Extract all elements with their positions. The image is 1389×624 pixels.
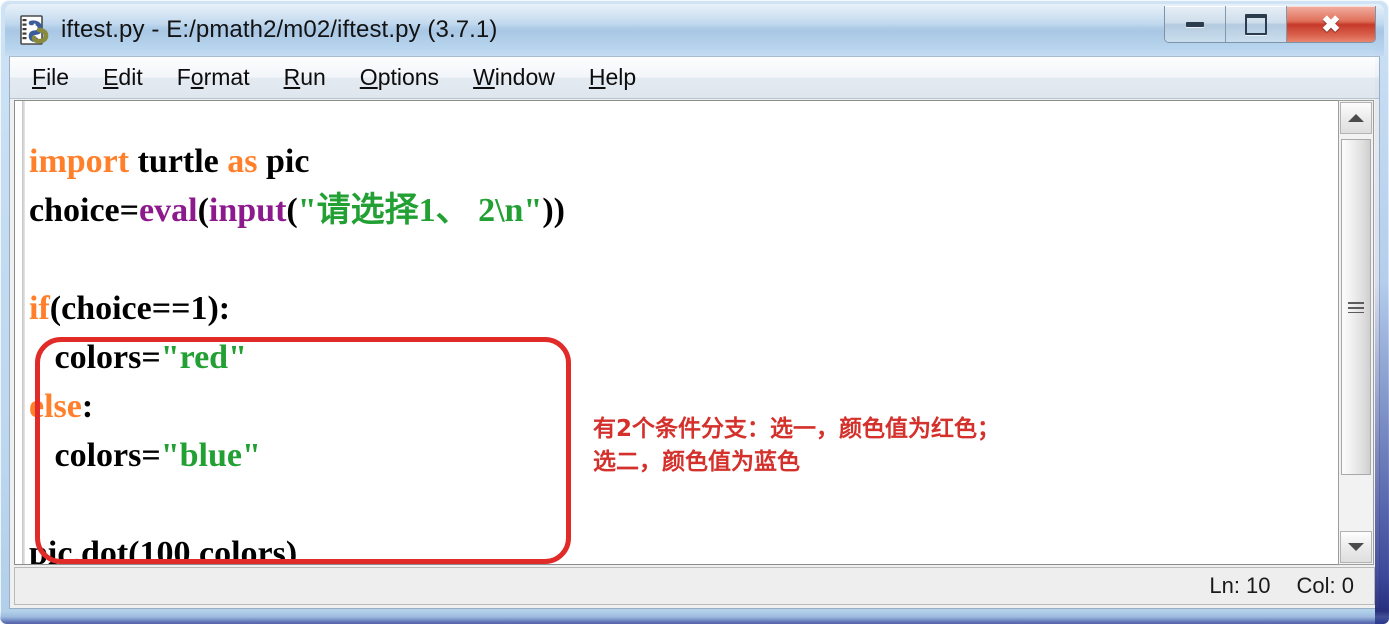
code-line: if(choice==1): [29,290,230,327]
close-icon: ✖ [1321,10,1341,37]
code-token-str: "请选择1、 2\n" [297,192,543,229]
idle-editor-window: iftest.py - E:/pmath2/m02/iftest.py (3.7… [0,0,1389,624]
code-line: colors="red" [29,339,247,376]
minimize-button[interactable] [1165,6,1226,42]
status-line-indicator: Ln: 10 [1209,573,1271,598]
code-token-str: "red" [160,339,247,376]
title-bar: iftest.py - E:/pmath2/m02/iftest.py (3.7… [5,4,1384,56]
window-frame-bottom-sheen [0,611,1389,624]
code-token-pl: (choice==1): [49,290,231,327]
code-token-kw: as [227,143,258,180]
code-line: import turtle as pic [29,143,309,180]
code-token-pl: pic [257,143,310,180]
window-controls: ✖ [1164,6,1376,43]
code-token-pl: : [81,388,94,425]
maximize-button[interactable] [1226,6,1287,42]
scroll-up-button[interactable] [1340,102,1372,134]
code-token-pl: pic.dot(100,colors) [29,535,298,565]
code-text[interactable]: import turtle as pic choice=eval(input("… [29,137,565,565]
code-token-pl: colors= [29,339,161,376]
menu-item-options[interactable]: Options [360,64,439,91]
menu-item-window[interactable]: Window [473,64,555,91]
code-token-kw: else [29,388,82,425]
code-token-pl: choice= [29,192,140,229]
code-token-bi: input [208,192,287,229]
status-bar: Ln: 10 Col: 0 [14,567,1375,605]
idle-python-file-icon [19,14,51,46]
triangle-down-icon [1348,543,1364,551]
triangle-up-icon [1348,114,1364,122]
code-line: choice=eval(input("请选择1、 2\n")) [29,192,565,229]
code-token-bi: eval [139,192,198,229]
code-editor[interactable]: import turtle as pic choice=eval(input("… [14,100,1341,565]
code-token-kw: if [29,290,50,327]
menu-item-help[interactable]: Help [589,64,636,91]
grip-lines-icon [1348,301,1364,313]
code-token-pl: )) [542,192,565,229]
code-token-pl: turtle [129,143,228,180]
menu-item-file[interactable]: File [32,64,69,91]
scroll-down-button[interactable] [1340,531,1372,563]
window-title: iftest.py - E:/pmath2/m02/iftest.py (3.7… [61,16,498,43]
editor-left-margin [22,101,25,564]
status-column-indicator: Col: 0 [1296,573,1354,598]
menu-item-edit[interactable]: Edit [103,64,143,91]
menu-bar: File Edit Format Run Options Window Help [10,57,1379,99]
annotation-text: 有2个条件分支：选一，颜色值为红色； 选二，颜色值为蓝色 [593,416,1001,475]
close-button[interactable]: ✖ [1287,6,1375,42]
vertical-scrollbar[interactable] [1338,100,1374,565]
minimize-icon [1186,21,1204,27]
scrollbar-thumb[interactable] [1341,139,1371,475]
code-line: pic.dot(100,colors) [29,535,298,565]
menu-item-run[interactable]: Run [284,64,326,91]
code-token-pl: ( [197,192,209,229]
maximize-icon [1245,13,1267,35]
code-line: else: [29,388,93,425]
client-area: File Edit Format Run Options Window Help impor… [9,56,1380,609]
code-token-pl: ( [286,192,298,229]
code-token-kw: import [29,143,130,180]
code-token-str: "blue" [160,437,261,474]
code-line: colors="blue" [29,437,261,474]
menu-item-format[interactable]: Format [177,64,250,91]
code-token-pl: colors= [29,437,161,474]
